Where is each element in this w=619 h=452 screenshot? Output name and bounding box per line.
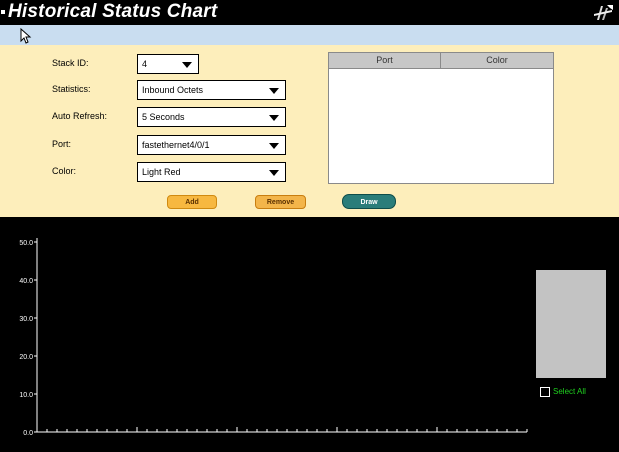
stack-id-value: 4: [142, 59, 148, 69]
color-value: Light Red: [142, 167, 181, 177]
page-title: Historical Status Chart: [8, 1, 218, 22]
remove-button[interactable]: Remove: [255, 195, 306, 209]
y-tick-label: 40.0: [19, 278, 33, 285]
y-tick-label: 0.0: [23, 430, 33, 437]
chevron-down-icon: [269, 88, 279, 94]
statistics-select[interactable]: Inbound Octets: [137, 80, 286, 100]
history-chart: 0.0 10.0 20.0 30.0 40.0 50.0: [19, 238, 528, 437]
color-label: Color:: [52, 166, 77, 176]
toolbar-strip: [0, 25, 619, 45]
column-header-port: Port: [329, 53, 441, 69]
mouse-pointer-icon: [20, 28, 32, 44]
add-button[interactable]: Add: [167, 195, 217, 209]
auto-refresh-row: Auto Refresh: 5 Seconds: [0, 107, 300, 129]
chevron-down-icon: [269, 115, 279, 121]
chevron-down-icon: [269, 143, 279, 149]
statistics-label: Statistics:: [52, 84, 91, 94]
y-tick-label: 20.0: [19, 354, 33, 361]
color-row: Color: Light Red: [0, 162, 300, 184]
draw-button[interactable]: Draw: [342, 194, 396, 209]
color-select[interactable]: Light Red: [137, 162, 286, 182]
port-row: Port: fastethernet4/0/1: [0, 135, 300, 157]
stack-id-label: Stack ID:: [52, 58, 89, 68]
auto-refresh-label: Auto Refresh:: [52, 111, 108, 121]
chevron-down-icon: [182, 62, 192, 68]
statistics-value: Inbound Octets: [142, 85, 204, 95]
port-color-list[interactable]: Port Color: [328, 52, 554, 184]
select-all-checkbox[interactable]: [540, 387, 550, 397]
title-bar: Historical Status Chart: [0, 0, 619, 25]
port-value: fastethernet4/0/1: [142, 140, 210, 150]
title-bullet: [1, 10, 5, 14]
y-tick-label: 10.0: [19, 392, 33, 399]
stack-id-row: Stack ID: 4: [0, 54, 300, 76]
statistics-row: Statistics: Inbound Octets: [0, 80, 300, 102]
auto-refresh-select[interactable]: 5 Seconds: [137, 107, 286, 127]
stack-id-select[interactable]: 4: [137, 54, 199, 74]
auto-refresh-value: 5 Seconds: [142, 112, 185, 122]
port-label: Port:: [52, 139, 72, 149]
y-tick-label: 30.0: [19, 316, 33, 323]
chevron-down-icon: [269, 170, 279, 176]
port-select[interactable]: fastethernet4/0/1: [137, 135, 286, 155]
logo-icon: [591, 2, 615, 23]
y-tick-label: 50.0: [19, 240, 33, 247]
column-header-color: Color: [441, 53, 553, 69]
chart-legend-box: [536, 270, 606, 378]
select-all-label: Select All: [553, 387, 586, 396]
